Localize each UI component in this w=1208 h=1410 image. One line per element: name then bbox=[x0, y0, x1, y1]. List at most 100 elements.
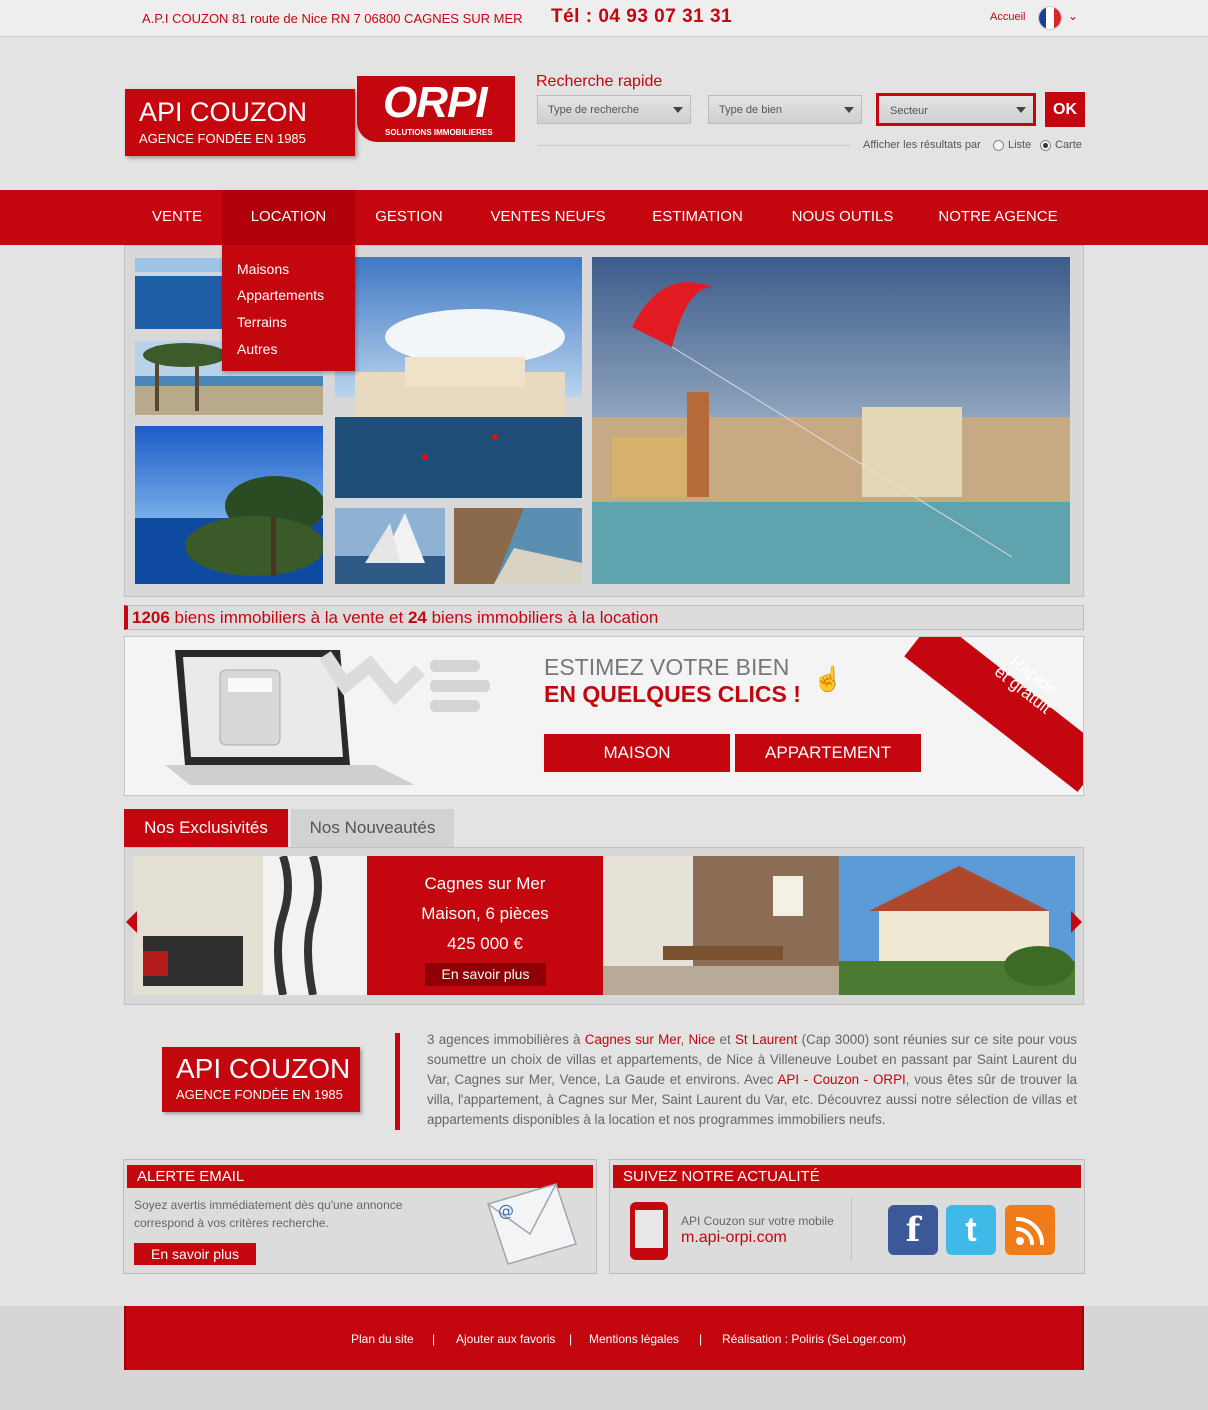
mobile-site-link[interactable]: m.api-orpi.com bbox=[681, 1229, 787, 1247]
logo-agency-tagline: AGENCE FONDÉE EN 1985 bbox=[139, 131, 306, 146]
facebook-icon[interactable]: f bbox=[888, 1205, 938, 1255]
estimate-title-1: ESTIMEZ VOTRE BIEN bbox=[544, 654, 790, 680]
orpi-logo: ORPI SOLUTIONS IMMOBILIERES bbox=[357, 76, 515, 142]
link-nice[interactable]: Nice bbox=[688, 1032, 715, 1047]
search-type-select[interactable]: Type de recherche bbox=[537, 95, 691, 124]
map-view-radio[interactable] bbox=[1040, 140, 1051, 151]
property-counts: 1206 biens immobiliers à la vente et 24 … bbox=[124, 605, 1084, 630]
dropdown-item-maisons[interactable]: Maisons bbox=[237, 261, 289, 277]
link-st-laurent[interactable]: St Laurent bbox=[735, 1032, 797, 1047]
orpi-brand: ORPI bbox=[383, 78, 488, 127]
estimate-apartment-button[interactable]: APPARTEMENT bbox=[735, 734, 921, 772]
home-link[interactable]: Accueil bbox=[990, 11, 1025, 23]
sale-count: 1206 bbox=[132, 608, 170, 627]
link-cagnes-sur-mer[interactable]: Cagnes sur Mer bbox=[585, 1032, 681, 1047]
property-type-value: Type de bien bbox=[719, 104, 782, 116]
nav-estimation[interactable]: ESTIMATION bbox=[635, 190, 760, 245]
listing-more-button[interactable]: En savoir plus bbox=[425, 963, 546, 986]
carousel-next-arrow-icon[interactable] bbox=[1071, 911, 1082, 933]
follow-title: SUIVEZ NOTRE ACTUALITÉ bbox=[613, 1165, 1081, 1188]
footer-favorites-link[interactable]: Ajouter aux favoris bbox=[456, 1332, 555, 1346]
twitter-icon[interactable]: t bbox=[946, 1205, 996, 1255]
gallery-photo-sailboat[interactable] bbox=[335, 508, 445, 584]
agency-phone[interactable]: Tél : 04 93 07 31 31 bbox=[551, 6, 732, 28]
gallery-photo-coast-pine[interactable] bbox=[135, 426, 323, 584]
sector-select[interactable]: Secteur bbox=[876, 93, 1036, 126]
nav-notre-agence[interactable]: NOTRE AGENCE bbox=[928, 190, 1068, 245]
chevron-down-icon[interactable]: ⌄ bbox=[1068, 9, 1078, 23]
listing-photo-dining-room[interactable] bbox=[603, 856, 839, 995]
about-text-part: et bbox=[715, 1032, 735, 1047]
hand-pointer-icon: ☝ bbox=[813, 666, 843, 693]
sector-value: Secteur bbox=[890, 105, 928, 117]
link-api-couzon-orpi[interactable]: API - Couzon - ORPI bbox=[777, 1072, 905, 1087]
listing-photo-house[interactable] bbox=[839, 856, 1075, 995]
featured-listing-card[interactable]: Cagnes sur Mer Maison, 6 pièces 425 000 … bbox=[367, 856, 603, 995]
about-text: 3 agences immobilières à Cagnes sur Mer,… bbox=[427, 1030, 1077, 1130]
dropdown-item-appartements[interactable]: Appartements bbox=[237, 287, 324, 303]
dropdown-arrow-icon bbox=[844, 107, 854, 113]
email-alert-button[interactable]: En savoir plus bbox=[134, 1243, 256, 1265]
nav-nous-outils[interactable]: NOUS OUTILS bbox=[778, 190, 907, 245]
mobile-phone-icon bbox=[630, 1202, 668, 1260]
nav-gestion[interactable]: GESTION bbox=[355, 190, 463, 245]
rss-icon[interactable] bbox=[1005, 1205, 1055, 1255]
gallery-photo-kitesurf[interactable] bbox=[592, 257, 1070, 584]
footer-legal-link[interactable]: Mentions légales bbox=[589, 1332, 679, 1346]
about-logo: API COUZON AGENCE FONDÉE EN 1985 bbox=[162, 1047, 360, 1112]
laptop-calculator-illustration bbox=[165, 650, 490, 785]
footer-separator: | bbox=[569, 1332, 573, 1346]
rss-glyph bbox=[1015, 1216, 1045, 1246]
site-logo[interactable]: API COUZON AGENCE FONDÉE EN 1985 ORPI SO… bbox=[125, 76, 515, 156]
logo-agency-name: API COUZON bbox=[139, 97, 308, 127]
gallery-photo-rocks[interactable] bbox=[454, 508, 582, 584]
footer-separator: | bbox=[699, 1332, 703, 1346]
estimate-title-2: EN QUELQUES CLICS ! bbox=[544, 681, 801, 707]
footer-separator: | bbox=[432, 1332, 436, 1346]
agency-address: A.P.I COUZON 81 route de Nice RN 7 06800… bbox=[142, 11, 523, 26]
rent-count: 24 bbox=[407, 608, 427, 627]
tab-exclusives[interactable]: Nos Exclusivités bbox=[124, 809, 288, 847]
main-nav: VENTE LOCATION GESTION VENTES NEUFS ESTI… bbox=[0, 190, 1208, 245]
map-view-label[interactable]: Carte bbox=[1055, 139, 1082, 151]
dropdown-arrow-icon bbox=[673, 107, 683, 113]
listing-city: Cagnes sur Mer bbox=[424, 874, 546, 893]
quick-search-title: Recherche rapide bbox=[536, 73, 663, 90]
about-agency-tagline: AGENCE FONDÉE EN 1985 bbox=[176, 1087, 343, 1102]
footer-credit-link[interactable]: Réalisation : Poliris (SeLoger.com) bbox=[722, 1332, 906, 1346]
nav-location[interactable]: LOCATION bbox=[222, 190, 355, 245]
listing-photo-living-room[interactable] bbox=[133, 856, 367, 995]
french-flag-icon[interactable] bbox=[1038, 6, 1062, 30]
listing-price: 425 000 € bbox=[447, 934, 523, 953]
mobile-text: API Couzon sur votre mobile bbox=[681, 1214, 834, 1228]
tab-nouveautes[interactable]: Nos Nouveautés bbox=[291, 809, 454, 847]
gallery-photo-cannes[interactable] bbox=[335, 257, 582, 498]
search-ok-button[interactable]: OK bbox=[1045, 92, 1085, 127]
nav-vente[interactable]: VENTE bbox=[124, 190, 230, 245]
sale-text: biens immobiliers à la vente et bbox=[169, 608, 408, 627]
about-divider bbox=[395, 1033, 400, 1130]
divider bbox=[851, 1198, 852, 1260]
envelope-icon: @ bbox=[487, 1183, 577, 1265]
about-agency-name: API COUZON bbox=[176, 1053, 351, 1084]
display-results-label: Afficher les résultats par bbox=[863, 139, 981, 151]
dropdown-item-autres[interactable]: Autres bbox=[237, 341, 277, 357]
list-view-label[interactable]: Liste bbox=[1008, 139, 1031, 151]
about-text-part: 3 agences immobilières à bbox=[427, 1032, 585, 1047]
estimate-house-button[interactable]: MAISON bbox=[544, 734, 730, 772]
carousel-prev-arrow-icon[interactable] bbox=[126, 911, 137, 933]
svg-text:@: @ bbox=[498, 1201, 514, 1220]
email-alert-text: Soyez avertis immédiatement dès qu'une a… bbox=[134, 1198, 403, 1230]
list-view-radio[interactable] bbox=[993, 140, 1004, 151]
top-bar: A.P.I COUZON 81 route de Nice RN 7 06800… bbox=[0, 0, 1208, 37]
footer-sitemap-link[interactable]: Plan du site bbox=[351, 1332, 414, 1346]
nav-ventes-neufs[interactable]: VENTES NEUFS bbox=[478, 190, 618, 245]
location-dropdown-menu: Maisons Appartements Terrains Autres bbox=[222, 245, 355, 371]
orpi-brand-sub: SOLUTIONS IMMOBILIERES bbox=[385, 128, 493, 137]
search-type-value: Type de recherche bbox=[548, 104, 640, 116]
listing-type: Maison, 6 pièces bbox=[421, 904, 549, 923]
property-type-select[interactable]: Type de bien bbox=[708, 95, 862, 124]
dropdown-item-terrains[interactable]: Terrains bbox=[237, 314, 287, 330]
estimate-banner: ESTIMEZ VOTRE BIEN EN QUELQUES CLICS ! ☝… bbox=[124, 636, 1084, 796]
dropdown-arrow-icon bbox=[1016, 107, 1026, 113]
